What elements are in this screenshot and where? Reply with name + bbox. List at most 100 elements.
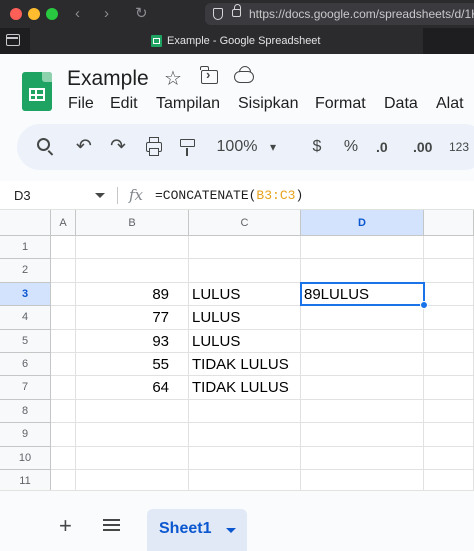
row-header-8[interactable]: 8 xyxy=(0,399,51,424)
cell-d6[interactable] xyxy=(301,353,424,377)
row-header-7[interactable]: 7 xyxy=(0,376,51,400)
cell-d1[interactable] xyxy=(301,236,424,260)
cell-a10[interactable] xyxy=(51,446,76,470)
cell-b9[interactable] xyxy=(76,423,189,447)
cell-c8[interactable] xyxy=(189,399,301,424)
redo-icon[interactable]: ↷ xyxy=(107,124,129,170)
percent-format-button[interactable]: % xyxy=(343,124,359,170)
cell-c1[interactable] xyxy=(189,236,301,260)
cell-b7[interactable]: 64 xyxy=(76,376,189,400)
increase-decimal-button[interactable]: .00 xyxy=(413,124,432,170)
menu-view[interactable]: Tampilan xyxy=(156,95,220,113)
cell-a11[interactable] xyxy=(51,470,76,490)
document-title[interactable]: Example xyxy=(67,67,149,91)
cell-c5[interactable]: LULUS xyxy=(189,329,301,353)
cell-e5[interactable] xyxy=(424,329,474,353)
menu-data[interactable]: Data xyxy=(384,95,418,113)
move-to-folder-icon[interactable] xyxy=(200,66,218,84)
cell-d8[interactable] xyxy=(301,399,424,424)
tab-group-folder-icon[interactable] xyxy=(6,34,20,46)
reload-button[interactable]: ↻ xyxy=(135,4,148,24)
paint-format-icon[interactable] xyxy=(180,139,195,156)
cell-d7[interactable] xyxy=(301,376,424,400)
cell-b1[interactable] xyxy=(76,236,189,260)
menu-tools[interactable]: Alat xyxy=(436,95,464,113)
browser-tab-active[interactable]: Example - Google Spreadsheet xyxy=(30,28,423,54)
cell-a7[interactable] xyxy=(51,376,76,400)
sheet-tab-sheet1[interactable]: Sheet1 xyxy=(147,509,247,551)
cell-a1[interactable] xyxy=(51,236,76,260)
print-icon[interactable] xyxy=(146,137,162,156)
cell-a9[interactable] xyxy=(51,423,76,447)
row-header-2[interactable]: 2 xyxy=(0,259,51,283)
back-button[interactable]: ‹ xyxy=(75,4,80,24)
cell-e2[interactable] xyxy=(424,259,474,283)
cell-d4[interactable] xyxy=(301,306,424,330)
row-header-6[interactable]: 6 xyxy=(0,353,51,377)
name-box-dropdown-icon[interactable] xyxy=(95,193,105,198)
cell-e10[interactable] xyxy=(424,446,474,470)
cell-e4[interactable] xyxy=(424,306,474,330)
cell-e1[interactable] xyxy=(424,236,474,260)
cell-a2[interactable] xyxy=(51,259,76,283)
column-header-b[interactable]: B xyxy=(76,210,189,236)
cell-e3[interactable] xyxy=(424,282,474,307)
cell-b5[interactable]: 93 xyxy=(76,329,189,353)
cell-e6[interactable] xyxy=(424,353,474,377)
row-header-3[interactable]: 3 xyxy=(0,282,51,307)
number-format-button[interactable]: 123 xyxy=(447,124,471,170)
all-sheets-menu-icon[interactable] xyxy=(103,519,120,531)
cell-b10[interactable] xyxy=(76,446,189,470)
cell-e9[interactable] xyxy=(424,423,474,447)
select-all-corner[interactable] xyxy=(0,210,51,236)
sheets-logo-icon[interactable] xyxy=(22,72,52,111)
cell-c10[interactable] xyxy=(189,446,301,470)
cell-a5[interactable] xyxy=(51,329,76,353)
column-header-a[interactable]: A xyxy=(51,210,76,236)
zoom-dropdown-icon[interactable]: ▾ xyxy=(267,124,279,170)
sheet-tab-dropdown-icon[interactable] xyxy=(226,528,236,533)
column-header-d[interactable]: D xyxy=(301,210,424,236)
row-header-9[interactable]: 9 xyxy=(0,423,51,447)
cell-c9[interactable] xyxy=(189,423,301,447)
cell-e7[interactable] xyxy=(424,376,474,400)
cell-c3[interactable]: LULUS xyxy=(189,282,301,307)
cell-d5[interactable] xyxy=(301,329,424,353)
window-zoom-button[interactable] xyxy=(46,8,58,20)
cell-b8[interactable] xyxy=(76,399,189,424)
search-menus-icon[interactable] xyxy=(37,138,50,151)
add-sheet-button[interactable]: + xyxy=(59,515,72,537)
address-bar[interactable]: https://docs.google.com/spreadsheets/d/1… xyxy=(205,3,474,25)
row-header-10[interactable]: 10 xyxy=(0,446,51,470)
cell-a6[interactable] xyxy=(51,353,76,377)
cell-a8[interactable] xyxy=(51,399,76,424)
name-box[interactable]: D3 xyxy=(14,181,31,210)
cell-b4[interactable]: 77 xyxy=(76,306,189,330)
cell-c11[interactable] xyxy=(189,470,301,490)
cell-d9[interactable] xyxy=(301,423,424,447)
row-header-5[interactable]: 5 xyxy=(0,329,51,353)
cell-c6[interactable]: TIDAK LULUS xyxy=(189,353,301,377)
forward-button[interactable]: › xyxy=(104,4,109,24)
cell-a4[interactable] xyxy=(51,306,76,330)
menu-format[interactable]: Format xyxy=(315,95,366,113)
window-close-button[interactable] xyxy=(10,8,22,20)
cell-d11[interactable] xyxy=(301,470,424,490)
cell-c7[interactable]: TIDAK LULUS xyxy=(189,376,301,400)
window-minimize-button[interactable] xyxy=(28,8,40,20)
row-header-4[interactable]: 4 xyxy=(0,306,51,330)
cell-d10[interactable] xyxy=(301,446,424,470)
cell-b11[interactable] xyxy=(76,470,189,490)
cell-b2[interactable] xyxy=(76,259,189,283)
cell-b3[interactable]: 89 xyxy=(76,282,189,307)
cell-e11[interactable] xyxy=(424,470,474,490)
spreadsheet-grid[interactable]: A B C D 1 2 3 89 LULUS 89LULUS 4 77 LULUS 5 93 LULU… xyxy=(0,210,474,490)
column-header-c[interactable]: C xyxy=(189,210,301,236)
menu-insert[interactable]: Sisipkan xyxy=(238,95,298,113)
row-header-1[interactable]: 1 xyxy=(0,236,51,260)
cell-c4[interactable]: LULUS xyxy=(189,306,301,330)
cell-c2[interactable] xyxy=(189,259,301,283)
row-header-11[interactable]: 11 xyxy=(0,470,51,490)
undo-icon[interactable]: ↶ xyxy=(73,124,95,170)
cell-d2[interactable] xyxy=(301,259,424,283)
